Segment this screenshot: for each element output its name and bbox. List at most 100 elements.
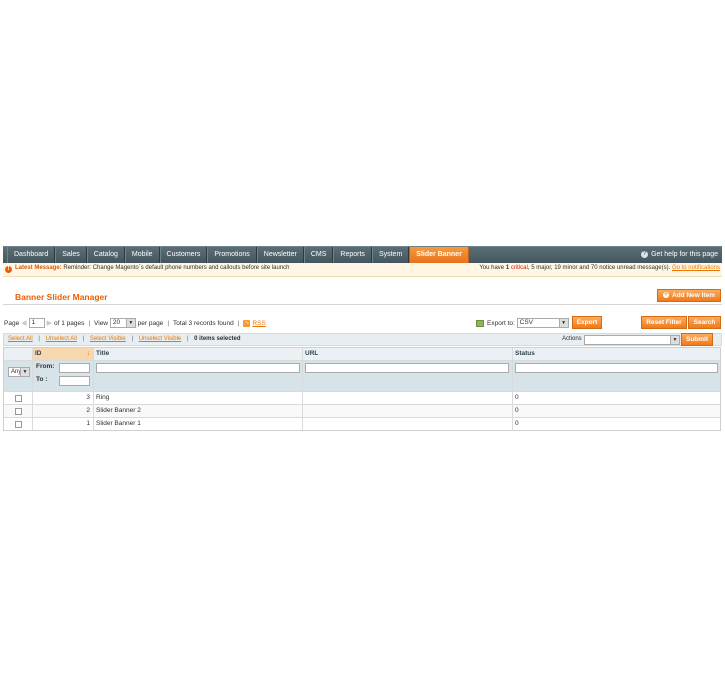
table-row[interactable]: 2 Slider Banner 2 0: [4, 405, 720, 418]
massaction-links: Select All | Unselect All | Select Visib…: [8, 336, 241, 342]
nav-tab-catalog[interactable]: Catalog: [86, 247, 125, 263]
latest-message-label: Latest Message:: [15, 265, 62, 271]
view-label: View: [94, 319, 109, 327]
help-icon: ?: [641, 250, 649, 258]
total-records: Total 3 records found: [173, 319, 234, 327]
per-page-value: 20: [112, 319, 121, 326]
row-url: [303, 392, 513, 404]
nav-tabs: Dashboard Sales Catalog Mobile Customers…: [7, 247, 469, 263]
unselect-visible-link[interactable]: Unselect Visible: [139, 336, 182, 342]
nav-tab-newsletter[interactable]: Newsletter: [256, 247, 304, 263]
separator: |: [186, 336, 189, 342]
filter-url-input[interactable]: [305, 363, 509, 373]
table-row[interactable]: 1 Slider Banner 1 0: [4, 418, 720, 430]
prev-page-icon[interactable]: ◀: [21, 319, 26, 327]
rss-icon: ∿: [243, 319, 251, 327]
row-title: Ring: [94, 392, 303, 404]
filter-title-input[interactable]: [96, 363, 300, 373]
column-header-status[interactable]: Status: [513, 348, 720, 360]
grid-filter-row: Any ▼ From: To :: [4, 361, 720, 392]
notice-count: 70 notice unread message(s).: [590, 265, 671, 271]
add-new-item-label: Add New Item: [672, 292, 715, 299]
nav-tab-dashboard[interactable]: Dashboard: [7, 247, 56, 263]
add-new-item-button[interactable]: + Add New Item: [657, 289, 721, 302]
filter-url-cell: [303, 361, 513, 391]
plus-icon: +: [663, 292, 669, 299]
export-icon: [476, 319, 484, 327]
rss-link[interactable]: RSS: [252, 320, 265, 327]
filter-title-cell: [94, 361, 303, 391]
filter-any-cell: Any ▼: [4, 361, 33, 391]
minor-count: 19 minor and: [554, 265, 590, 271]
title-divider: [3, 304, 722, 305]
filter-id-cell: From: To :: [33, 361, 94, 391]
unselect-all-link[interactable]: Unselect All: [46, 336, 77, 342]
row-checkbox[interactable]: [15, 408, 22, 415]
row-checkbox[interactable]: [15, 421, 22, 428]
column-header-id[interactable]: ID ↓: [33, 348, 94, 360]
separator: |: [131, 336, 134, 342]
nav-tab-customers[interactable]: Customers: [159, 247, 208, 263]
nav-tab-system[interactable]: System: [371, 247, 410, 263]
go-to-notifications-link[interactable]: Go to notifications: [672, 265, 720, 271]
row-status: 0: [515, 420, 519, 427]
submit-button[interactable]: Submit: [681, 333, 713, 346]
column-header-url[interactable]: URL: [303, 348, 513, 360]
filter-from-label: From:: [36, 363, 55, 370]
nav-tab-mobile[interactable]: Mobile: [124, 247, 160, 263]
sort-down-icon: ↓: [86, 350, 91, 357]
row-status: 0: [515, 394, 519, 401]
row-id: 2: [33, 405, 94, 417]
select-visible-link[interactable]: Select Visible: [90, 336, 126, 342]
row-checkbox-cell: [4, 405, 33, 417]
export-button[interactable]: Export: [572, 316, 602, 329]
system-message-bar: ! Latest Message: Reminder: Change Magen…: [3, 263, 722, 277]
export-format-value: CSV: [519, 319, 534, 326]
next-page-icon[interactable]: ▶: [47, 319, 52, 327]
nav-tab-cms[interactable]: CMS: [303, 247, 334, 263]
separator: |: [167, 319, 170, 327]
page-input[interactable]: 1: [28, 318, 45, 328]
export-format-select[interactable]: CSV ▼: [516, 318, 569, 328]
filter-status-input[interactable]: [515, 363, 718, 373]
filter-to-label: To :: [36, 376, 48, 383]
row-checkbox[interactable]: [15, 395, 22, 402]
select-all-link[interactable]: Select All: [8, 336, 33, 342]
row-title: Slider Banner 1: [94, 418, 303, 430]
column-header-title[interactable]: Title: [94, 348, 303, 360]
latest-message: Latest Message: Reminder: Change Magento…: [15, 265, 290, 271]
per-page-label: per page: [137, 319, 164, 327]
nav-tab-sales[interactable]: Sales: [55, 247, 87, 263]
filter-id-from-input[interactable]: [59, 363, 90, 373]
main-nav: Dashboard Sales Catalog Mobile Customers…: [3, 246, 722, 263]
row-id: 3: [33, 392, 94, 404]
nav-tab-promotions[interactable]: Promotions: [207, 247, 257, 263]
actions-select[interactable]: ▼: [584, 335, 680, 345]
of-pages: of 1 pages: [53, 319, 85, 327]
filter-id-to-input[interactable]: [59, 376, 90, 386]
critical-count: 1: [505, 265, 510, 271]
filter-status-cell: [513, 361, 720, 391]
search-button[interactable]: Search: [688, 316, 721, 329]
nav-tab-reports[interactable]: Reports: [333, 247, 372, 263]
nav-tab-slider-banner[interactable]: Slider Banner: [409, 247, 469, 263]
table-row[interactable]: 3 Ring 0: [4, 392, 720, 405]
reset-filter-button[interactable]: Reset Filter: [641, 316, 687, 329]
page-title: Banner Slider Manager: [15, 292, 108, 302]
row-id: 1: [33, 418, 94, 430]
help-link[interactable]: ? Get help for this page: [641, 247, 718, 263]
chevron-down-icon: ▼: [558, 319, 568, 327]
help-label: Get help for this page: [651, 251, 718, 258]
header-checkbox-column: [4, 348, 33, 360]
chevron-down-icon: ▼: [125, 319, 135, 327]
row-status: 0: [515, 407, 519, 414]
separator: |: [237, 319, 240, 327]
critical-label: critical: [510, 265, 528, 271]
separator: |: [38, 336, 40, 342]
latest-message-text: Reminder: Change Magento`s default phone…: [63, 265, 290, 271]
separator: |: [82, 336, 85, 342]
row-checkbox-cell: [4, 418, 33, 430]
filter-any-select[interactable]: Any ▼: [8, 367, 30, 377]
row-checkbox-cell: [4, 392, 33, 404]
per-page-select[interactable]: 20 ▼: [109, 318, 136, 328]
